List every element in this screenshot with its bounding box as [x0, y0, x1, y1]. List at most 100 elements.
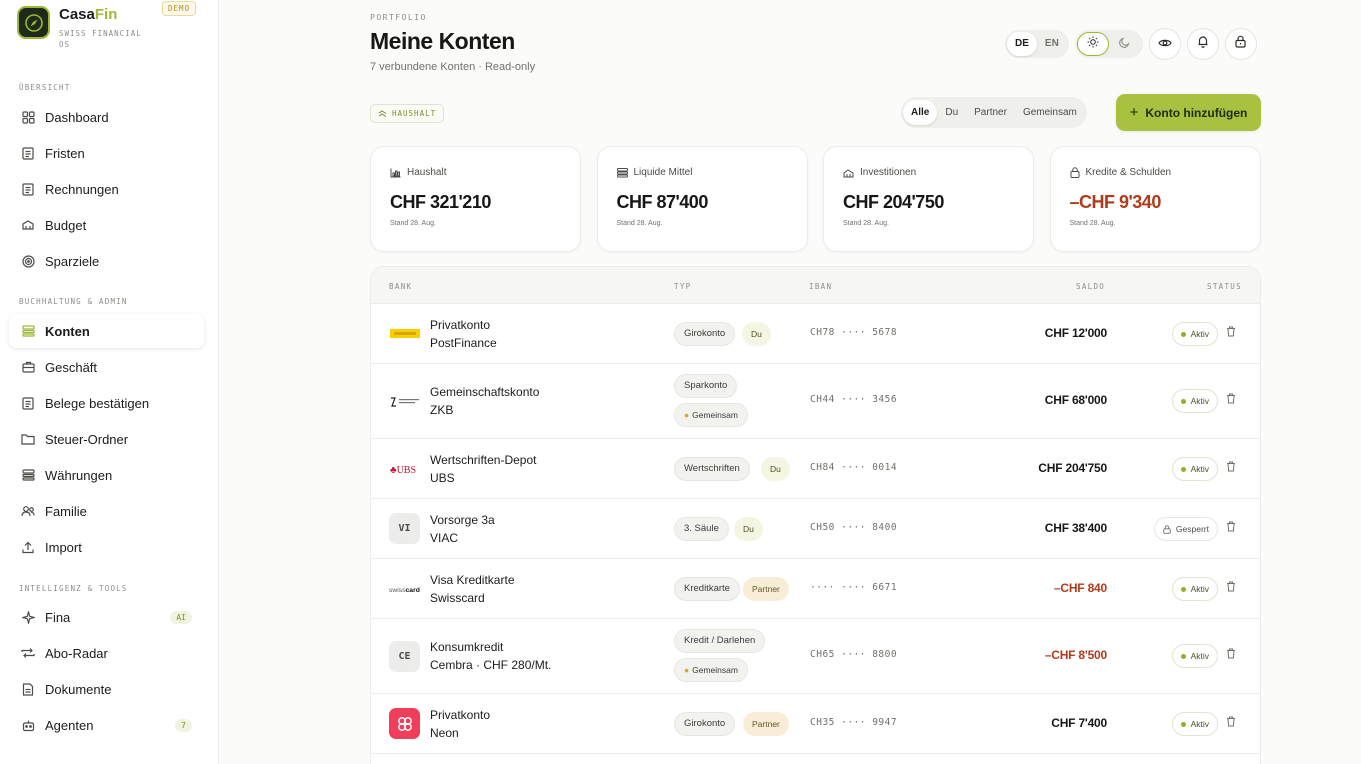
folder-icon — [21, 432, 35, 446]
wallet-icon — [616, 167, 628, 178]
iban-cell: ···· ···· 6671 — [810, 582, 898, 593]
table-row[interactable]: CE Konsumkredit Cembra · CHF 280/Mt. Kred… — [371, 619, 1260, 694]
postfinance-logo-icon — [389, 318, 420, 349]
table-row[interactable]: VI Vorsorge 3a VIAC 3. Säule Du CH50 ····… — [371, 499, 1260, 559]
column-header-iban[interactable]: IBAN — [809, 282, 832, 291]
type-pill: Kredit / Darlehen — [674, 629, 766, 653]
sidebar-item-konten[interactable]: Konten — [9, 314, 204, 348]
balance-cell: –CHF 840 — [1053, 581, 1107, 595]
robot-icon — [21, 718, 35, 732]
summary-card-investitionen[interactable]: Investitionen CHF 204'750 Stand 28. Aug. — [823, 146, 1034, 252]
summary-card-haushalt[interactable]: Haushalt CHF 321'210 Stand 28. Aug. — [370, 146, 581, 252]
sidebar-item-dashboard[interactable]: Dashboard — [9, 100, 204, 134]
section-label-tools: INTELLIGENZ & TOOLS — [19, 584, 128, 593]
filter-du-button[interactable]: Du — [937, 100, 966, 125]
table-row[interactable]: ♣UBS Wertschriften-Depot UBS Wertschrifte… — [371, 439, 1260, 499]
briefcase-icon — [21, 360, 35, 374]
brand[interactable]: CasaFin SWISS FINANCIAL OS — [17, 6, 154, 50]
currency-icon — [21, 468, 35, 482]
table-row[interactable]: swisscard Visa Kreditkarte Swisscard Kred… — [371, 559, 1260, 619]
eye-icon — [1158, 35, 1172, 53]
main-content: PORTFOLIO Meine Konten 7 verbundene Kont… — [219, 0, 1361, 764]
card-label: Investitionen — [860, 167, 917, 178]
household-tag[interactable]: HAUSHALT — [370, 104, 445, 123]
trash-icon[interactable] — [1226, 716, 1238, 728]
trash-icon[interactable] — [1226, 648, 1238, 660]
sidebar-item-dokumente[interactable]: Dokumente — [9, 672, 204, 706]
table-row[interactable]: Privatkonto Neon Girokonto Partner CH35 ·… — [371, 694, 1260, 754]
demo-badge: DEMO — [162, 1, 197, 16]
lock-button[interactable] — [1224, 28, 1257, 60]
column-header-status[interactable]: STATUS — [1207, 282, 1242, 291]
status-badge: Aktiv — [1171, 712, 1218, 736]
sidebar-item-geschaeft[interactable]: Geschäft — [9, 350, 204, 384]
sidebar-item-belege[interactable]: Belege bestätigen — [9, 386, 204, 420]
table-header: BANK TYP IBAN SALDO STATUS — [371, 267, 1260, 304]
light-theme-button[interactable] — [1076, 32, 1109, 56]
owner-pill: Du — [734, 517, 763, 541]
language-switch: DE EN — [1005, 30, 1069, 58]
sidebar-item-fristen[interactable]: Fristen — [9, 136, 204, 170]
sidebar-item-familie[interactable]: Familie — [9, 494, 204, 528]
trash-icon[interactable] — [1226, 461, 1238, 473]
type-pill: Girokonto — [674, 712, 736, 736]
status-badge: Aktiv — [1171, 577, 1218, 601]
card-value: –CHF 9'340 — [1069, 192, 1162, 212]
compass-logo-icon — [17, 6, 50, 39]
card-value: CHF 87'400 — [616, 192, 709, 212]
document-icon — [21, 682, 35, 696]
summary-card-kredite[interactable]: Kredite & Schulden –CHF 9'340 Stand 28. … — [1049, 146, 1261, 252]
privacy-toggle-button[interactable] — [1148, 28, 1181, 60]
sidebar-item-sparziele[interactable]: Sparziele — [9, 244, 204, 278]
ubs-logo-icon: ♣UBS — [389, 453, 420, 484]
column-header-bank[interactable]: BANK — [389, 282, 412, 291]
sidebar-item-agenten[interactable]: Agenten 7 — [9, 708, 204, 742]
page-title: Meine Konten — [370, 28, 515, 54]
account-name-cell: Visa Kreditkarte Swisscard — [430, 573, 515, 605]
account-name-cell: Gemeinschaftskonto ZKB — [430, 385, 540, 417]
table-row[interactable]: Privatkonto PostFinance Girokonto Du CH78… — [371, 304, 1260, 364]
filter-partner-button[interactable]: Partner — [966, 100, 1015, 125]
status-badge: Aktiv — [1171, 457, 1218, 481]
add-account-button[interactable]: + Konto hinzufügen — [1116, 94, 1261, 131]
sidebar-item-label: Fina — [45, 609, 71, 625]
sidebar-item-abo-radar[interactable]: Abo-Radar — [9, 636, 204, 670]
lang-de-button[interactable]: DE — [1007, 32, 1037, 56]
trash-icon[interactable] — [1226, 326, 1238, 338]
balance-cell: CHF 7'400 — [1051, 716, 1107, 730]
sidebar-item-label: Dokumente — [45, 681, 112, 697]
trash-icon[interactable] — [1226, 581, 1238, 593]
trash-icon[interactable] — [1226, 393, 1238, 405]
svg-text:♣UBS: ♣UBS — [390, 465, 416, 475]
column-header-type[interactable]: TYP — [674, 282, 691, 291]
theme-switch — [1074, 30, 1143, 58]
summary-card-liquide-mittel[interactable]: Liquide Mittel CHF 87'400 Stand 28. Aug. — [596, 146, 808, 252]
dark-theme-button[interactable] — [1109, 32, 1141, 56]
table-row[interactable]: Gemeinschaftskonto ZKB Sparkonto ● Gemeins… — [371, 364, 1260, 439]
status-badge: Aktiv — [1171, 389, 1218, 413]
sidebar-item-fina[interactable]: Fina AI — [9, 600, 204, 634]
family-icon — [21, 504, 35, 518]
card-date: Stand 28. Aug. — [390, 220, 436, 227]
sidebar-item-steuer-ordner[interactable]: Steuer-Ordner — [9, 422, 204, 456]
sidebar-item-budget[interactable]: Budget — [9, 208, 204, 242]
notifications-button[interactable] — [1186, 28, 1219, 60]
grid-icon — [21, 110, 35, 124]
bank-icon — [21, 324, 35, 338]
upload-icon — [21, 540, 35, 554]
card-value: CHF 321'210 — [390, 192, 491, 212]
receipt-icon — [21, 396, 35, 410]
trash-icon[interactable] — [1226, 521, 1238, 533]
sidebar-item-import[interactable]: Import — [9, 530, 204, 564]
filter-gemeinsam-button[interactable]: Gemeinsam — [1015, 100, 1085, 125]
balance-cell: CHF 38'400 — [1044, 521, 1107, 535]
piggy-bank-icon — [21, 218, 35, 232]
filter-all-button[interactable]: Alle — [903, 100, 938, 125]
sidebar-item-rechnungen[interactable]: Rechnungen — [9, 172, 204, 206]
column-header-saldo[interactable]: SALDO — [1076, 282, 1105, 291]
owner-pill: ● Gemeinsam — [674, 658, 748, 682]
sidebar-item-waehrungen[interactable]: Währungen — [9, 458, 204, 492]
household-tag-label: HAUSHALT — [392, 109, 437, 118]
zkb-logo-icon — [389, 386, 420, 417]
lang-en-button[interactable]: EN — [1037, 32, 1067, 56]
